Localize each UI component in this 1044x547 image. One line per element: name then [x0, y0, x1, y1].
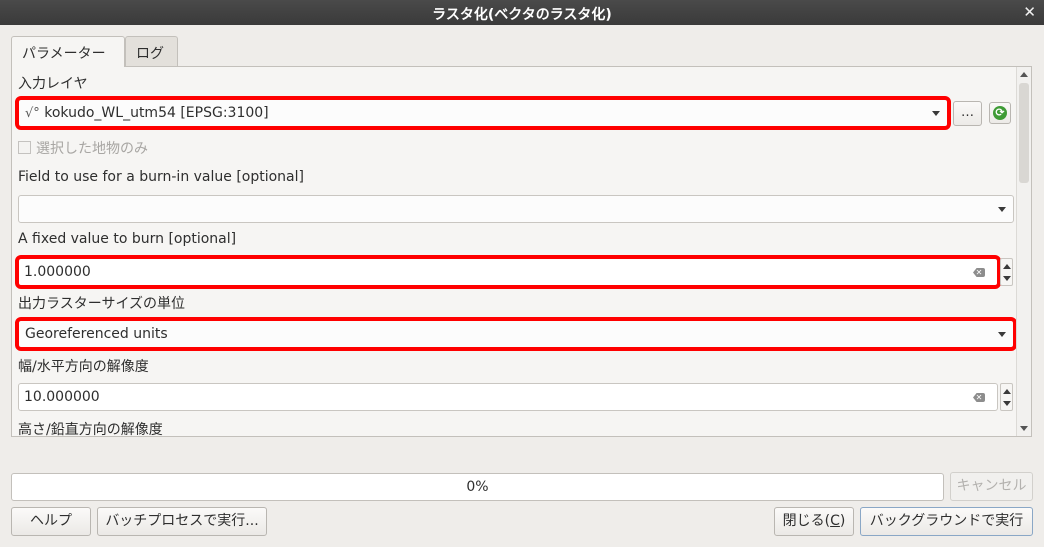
run-in-background-button[interactable]: バックグラウンドで実行: [860, 507, 1033, 536]
fixed-value-input[interactable]: 1.000000 ✕: [15, 255, 1001, 289]
step-down-icon[interactable]: [1003, 401, 1011, 406]
width-res-input[interactable]: 10.000000 ✕: [18, 383, 998, 411]
width-res-text: 10.000000: [24, 389, 100, 405]
size-units-value: Georeferenced units: [25, 326, 168, 342]
fixed-value-label: A fixed value to burn [optional]: [18, 231, 237, 247]
fixed-value-text: 1.000000: [24, 264, 91, 280]
scroll-down-icon[interactable]: [1020, 426, 1028, 431]
height-res-label: 高さ/鉛直方向の解像度: [18, 422, 163, 437]
close-label-end: ): [839, 513, 846, 529]
input-layer-label: 入力レイヤ: [18, 76, 88, 92]
selected-only-checkbox[interactable]: [18, 141, 31, 154]
size-units-label: 出力ラスターサイズの単位: [18, 296, 186, 312]
width-res-stepper[interactable]: [1000, 383, 1013, 411]
fixed-value-stepper[interactable]: [1000, 258, 1013, 286]
tab-parameters[interactable]: パラメーター: [11, 36, 125, 67]
window-title: ラスタ化(ベクタのラスタ化): [432, 7, 612, 23]
chevron-down-icon: [932, 111, 940, 116]
parameters-panel: 入力レイヤ √° kokudo_WL_utm54 [EPSG:3100] … ⟳…: [11, 66, 1032, 437]
selected-only-label: 選択した地物のみ: [36, 141, 148, 157]
vector-layer-icon: √°: [25, 106, 40, 121]
burn-field-label: Field to use for a burn-in value [option…: [18, 169, 304, 185]
browse-button[interactable]: …: [953, 101, 982, 126]
input-layer-text: kokudo_WL_utm54 [EPSG:3100]: [44, 105, 269, 121]
vertical-scrollbar[interactable]: [1016, 67, 1031, 436]
close-shortcut-key: C: [830, 513, 840, 529]
cancel-button[interactable]: キャンセル: [950, 472, 1033, 501]
width-res-label: 幅/水平方向の解像度: [18, 359, 149, 375]
scroll-up-icon[interactable]: [1020, 72, 1028, 77]
chevron-down-icon: [998, 207, 1006, 212]
chevron-down-icon: [998, 332, 1006, 337]
step-down-icon[interactable]: [1003, 276, 1011, 281]
progress-bar: 0%: [11, 473, 944, 501]
title-bar: ラスタ化(ベクタのラスタ化) ✕: [0, 0, 1044, 25]
progress-text: 0%: [466, 479, 489, 495]
help-button[interactable]: ヘルプ: [11, 507, 91, 536]
close-label: 閉じる(: [782, 513, 831, 529]
iterate-button[interactable]: ⟳: [989, 102, 1011, 124]
batch-process-button[interactable]: バッチプロセスで実行...: [97, 507, 267, 536]
size-units-combobox[interactable]: Georeferenced units: [15, 317, 1017, 351]
input-layer-value: √° kokudo_WL_utm54 [EPSG:3100]: [25, 105, 269, 121]
close-icon[interactable]: ✕: [1023, 3, 1036, 21]
scrollbar-thumb[interactable]: [1019, 83, 1029, 183]
step-up-icon[interactable]: [1003, 389, 1011, 394]
burn-field-combobox[interactable]: [18, 195, 1014, 223]
clear-icon[interactable]: ✕: [973, 393, 985, 402]
refresh-icon: ⟳: [993, 106, 1007, 120]
step-up-icon[interactable]: [1003, 264, 1011, 269]
tab-log[interactable]: ログ: [125, 36, 178, 66]
input-layer-combobox[interactable]: √° kokudo_WL_utm54 [EPSG:3100]: [15, 96, 951, 130]
clear-icon[interactable]: ✕: [973, 268, 985, 277]
close-button[interactable]: 閉じる(C): [774, 507, 854, 536]
